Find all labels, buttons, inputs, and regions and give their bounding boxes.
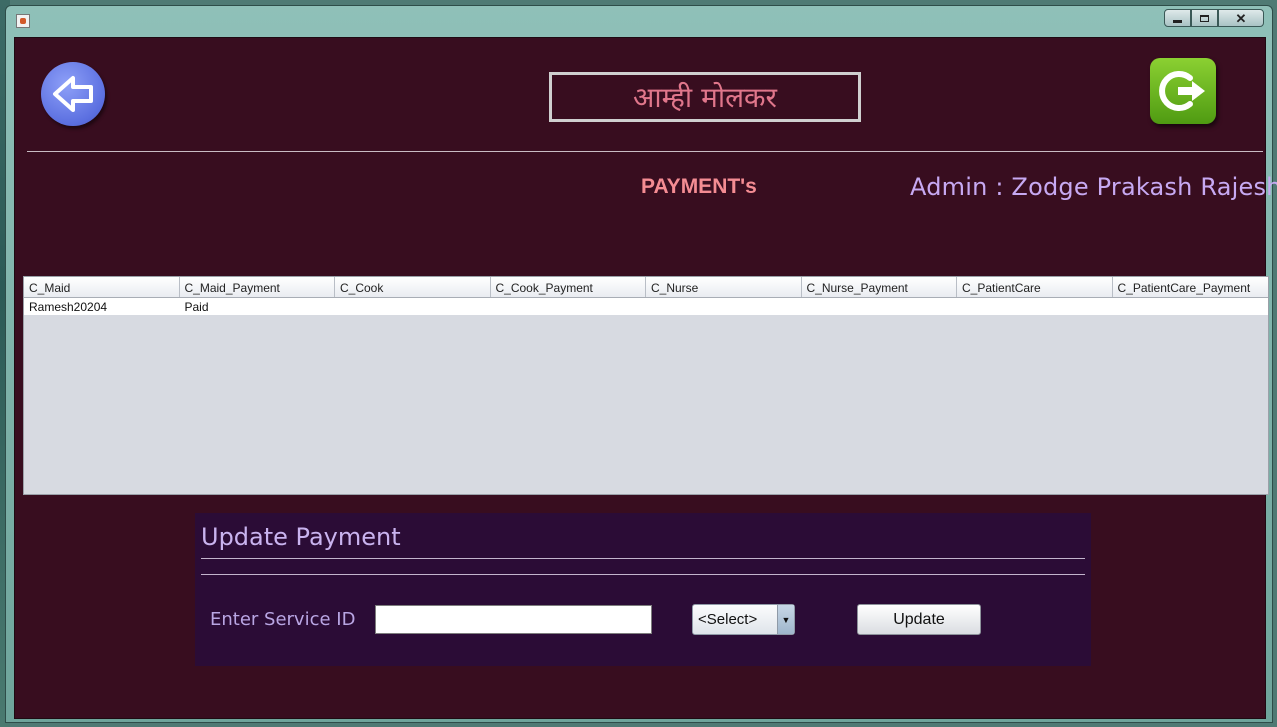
panel-divider <box>201 558 1085 559</box>
payment-status-select[interactable]: <Select> ▼ <box>692 604 795 635</box>
table-cell[interactable] <box>1113 298 1269 315</box>
column-header[interactable]: C_PatientCare <box>957 277 1113 297</box>
service-id-input[interactable] <box>375 605 652 634</box>
column-header[interactable]: C_Nurse_Payment <box>802 277 957 297</box>
window-controls: ✕ <box>1164 9 1264 27</box>
minimize-icon <box>1173 20 1182 23</box>
admin-name-label: Admin : Zodge Prakash Rajesh <box>910 173 1277 201</box>
column-header[interactable]: C_PatientCare_Payment <box>1113 277 1269 297</box>
panel-divider <box>201 574 1085 575</box>
close-icon: ✕ <box>1235 10 1247 26</box>
maximize-icon <box>1200 14 1209 22</box>
section-title: PAYMENT's <box>641 175 757 198</box>
table-cell[interactable] <box>802 298 958 315</box>
header-divider <box>27 151 1263 152</box>
main-content: आम्ही मोलकर PAYMENT's Admin : Zodge Prak… <box>14 37 1277 719</box>
java-app-icon <box>16 14 30 28</box>
chevron-down-icon[interactable]: ▼ <box>777 605 794 634</box>
service-id-label: Enter Service ID <box>210 609 356 630</box>
back-button[interactable] <box>41 62 105 126</box>
arrow-left-icon <box>53 76 93 112</box>
app-window: ✕ आम्ही मोलकर PAYMENT's Admin : Zodge Pr… <box>5 5 1277 723</box>
logout-button[interactable] <box>1150 58 1216 124</box>
select-value: <Select> <box>698 611 758 628</box>
update-button[interactable]: Update <box>857 604 981 635</box>
column-header[interactable]: C_Maid_Payment <box>180 277 335 297</box>
payments-table: C_Maid C_Maid_Payment C_Cook C_Cook_Paym… <box>23 276 1269 495</box>
column-header[interactable]: C_Maid <box>24 277 180 297</box>
table-header: C_Maid C_Maid_Payment C_Cook C_Cook_Paym… <box>24 277 1268 298</box>
table-cell[interactable] <box>957 298 1113 315</box>
table-cell[interactable] <box>491 298 647 315</box>
app-title-box: आम्ही मोलकर <box>549 72 861 122</box>
minimize-button[interactable] <box>1164 9 1191 27</box>
panel-title: Update Payment <box>201 523 401 551</box>
column-header[interactable]: C_Cook_Payment <box>491 277 646 297</box>
table-cell[interactable] <box>335 298 491 315</box>
table-cell[interactable]: Ramesh20204 <box>24 298 180 315</box>
update-payment-panel: Update Payment Enter Service ID <Select>… <box>195 513 1091 666</box>
close-button[interactable]: ✕ <box>1218 9 1264 27</box>
maximize-button[interactable] <box>1191 9 1218 27</box>
logout-icon <box>1159 71 1205 111</box>
table-cell[interactable] <box>646 298 802 315</box>
table-row[interactable]: Ramesh20204 Paid <box>24 298 1268 315</box>
app-title: आम्ही मोलकर <box>632 81 778 114</box>
column-header[interactable]: C_Cook <box>335 277 491 297</box>
table-cell[interactable]: Paid <box>180 298 336 315</box>
column-header[interactable]: C_Nurse <box>646 277 802 297</box>
